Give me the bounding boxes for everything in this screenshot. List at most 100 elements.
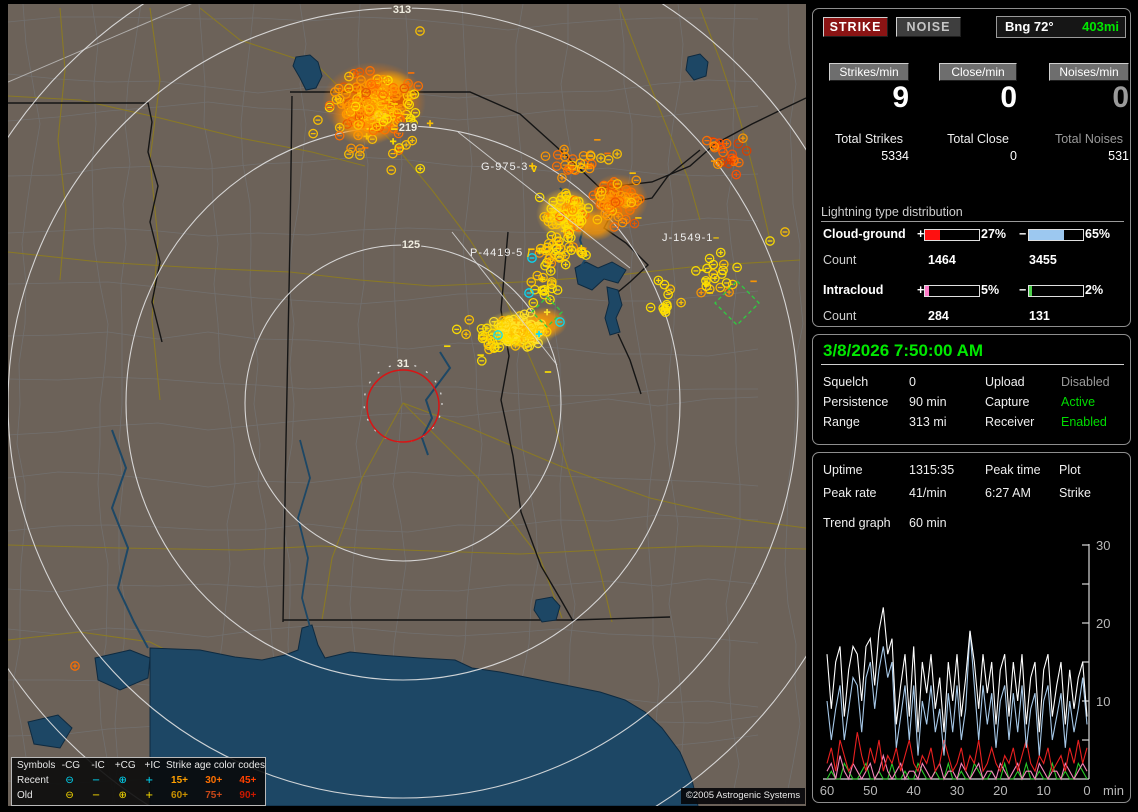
count-label-1: Count bbox=[823, 309, 857, 323]
legend-symbol-icon: ⊕ bbox=[118, 775, 127, 786]
legend-symbol-icon: − bbox=[91, 790, 101, 801]
status-cell-0-0: Squelch bbox=[823, 375, 869, 389]
dist-row-name-1: Intracloud bbox=[823, 283, 884, 297]
noise-mode-button[interactable]: NOISE bbox=[896, 17, 961, 37]
legend-symbol-icon: ⊖ bbox=[65, 775, 74, 786]
rates-panel: STRIKE NOISE Bng 72° 403mi Strikes/min 9 T… bbox=[812, 8, 1131, 327]
status-cell-2-1: 313 mi bbox=[909, 415, 947, 429]
svg-text:min: min bbox=[1103, 783, 1124, 797]
bearing-value: Bng 72° bbox=[1005, 19, 1054, 34]
stat-cell-1-3: Strike bbox=[1059, 486, 1091, 500]
app-window: G-975-3 v P-4419-5 / J-1549-1– 31 125 219 313 Sy… bbox=[0, 0, 1138, 812]
stat-cell-0-2: Peak time bbox=[985, 463, 1041, 477]
svg-text:20: 20 bbox=[1096, 616, 1110, 631]
plus-bar-fill bbox=[925, 286, 930, 296]
legend-header-row: Symbols -CG -IC +CG +IC Strike age color… bbox=[12, 758, 265, 773]
plus-ratio-bar-0 bbox=[924, 229, 980, 241]
total-value-2: 531 bbox=[1108, 149, 1129, 163]
legend-symbols-header: Symbols bbox=[17, 760, 56, 771]
minus-percent-0: 65% bbox=[1085, 227, 1111, 241]
bearing-range-readout: Bng 72° 403mi bbox=[996, 16, 1126, 38]
svg-text:30: 30 bbox=[950, 783, 964, 797]
count-label-0: Count bbox=[823, 253, 857, 267]
minus-ratio-bar-0 bbox=[1028, 229, 1084, 241]
distribution-title: Lightning type distribution bbox=[821, 205, 1124, 222]
map-symbol-legend: Symbols -CG -IC +CG +IC Strike age color… bbox=[11, 757, 266, 806]
svg-text:30: 30 bbox=[1096, 538, 1110, 553]
rate-button-2[interactable]: Noises/min bbox=[1049, 63, 1129, 81]
map-canvas: G-975-3 v P-4419-5 / J-1549-1 – 31 125 219 313 bbox=[8, 4, 806, 806]
legend-age-value: 45+ bbox=[239, 775, 257, 786]
storm-direction-icon: / bbox=[527, 248, 530, 260]
status-cell-1-2: Capture bbox=[985, 395, 1030, 409]
legend-age-value: 75+ bbox=[205, 790, 223, 801]
strike-mode-button[interactable]: STRIKE bbox=[823, 17, 888, 37]
total-label-0: Total Strikes bbox=[834, 132, 904, 146]
status-cell-2-0: Range bbox=[823, 415, 860, 429]
legend-symbol-icon: + bbox=[144, 775, 154, 786]
copyright-label: ©2005 Astrogenic Systems bbox=[681, 788, 805, 804]
distance-value: 403mi bbox=[1082, 19, 1119, 34]
plus-ratio-bar-1 bbox=[924, 285, 980, 297]
trend-panel: Uptime 1315:35 Peak time Plot Peak rate 41/mi… bbox=[812, 452, 1131, 803]
rate-button-1[interactable]: Close/min bbox=[939, 63, 1017, 81]
total-label-2: Total Noises bbox=[1054, 132, 1124, 146]
svg-text:10: 10 bbox=[1036, 783, 1050, 797]
status-cell-0-2: Upload bbox=[985, 375, 1025, 389]
stat-cell-1-0: Peak rate bbox=[823, 486, 877, 500]
legend-row-recent: Recent ⊖ − ⊕ +15+ 30+ 45+ bbox=[12, 773, 265, 788]
status-cell-2-2: Receiver bbox=[985, 415, 1035, 429]
minus-bar-fill bbox=[1029, 286, 1032, 296]
status-cell-1-3: Active bbox=[1061, 395, 1096, 409]
legend-symbol-icon: − bbox=[91, 775, 101, 786]
minus-count-0: 3455 bbox=[1029, 253, 1057, 267]
minus-sign: − bbox=[1019, 227, 1027, 241]
divider bbox=[821, 364, 1124, 365]
datetime-display: 3/8/2026 7:50:00 AM bbox=[823, 341, 984, 360]
svg-text:0: 0 bbox=[1083, 783, 1090, 797]
storm-cell-label: J-1549-1 bbox=[662, 232, 713, 244]
stat-cell-0-3: Plot bbox=[1059, 463, 1081, 477]
svg-text:20: 20 bbox=[993, 783, 1007, 797]
storm-direction-icon: v bbox=[531, 163, 538, 175]
lightning-map[interactable]: G-975-3 v P-4419-5 / J-1549-1– 31 125 219 313 Sy… bbox=[8, 4, 806, 806]
ring-label-313: 313 bbox=[393, 4, 411, 16]
storm-direction-icon: – bbox=[713, 232, 719, 244]
legend-age-header: Strike age color codes bbox=[166, 760, 265, 771]
trend-graph-label: Trend graph bbox=[823, 516, 891, 530]
legend-row-old: Old ⊖ − ⊕ +60+ 75+ 90+ bbox=[12, 788, 265, 803]
minus-sign: − bbox=[1019, 283, 1027, 297]
status-cell-0-3: Disabled bbox=[1061, 375, 1110, 389]
plus-percent-0: 27% bbox=[981, 227, 1007, 241]
legend-age-value: 30+ bbox=[205, 775, 223, 786]
svg-text:10: 10 bbox=[1096, 694, 1110, 709]
dist-row-name-0: Cloud-ground bbox=[823, 227, 906, 241]
status-cell-1-1: 90 min bbox=[909, 395, 947, 409]
total-value-1: 0 bbox=[1010, 149, 1017, 163]
rate-value-1: 0 bbox=[1000, 81, 1017, 114]
svg-text:60: 60 bbox=[820, 783, 834, 797]
ring-label-31: 31 bbox=[397, 358, 409, 370]
legend-age-value: 90+ bbox=[239, 790, 257, 801]
minus-bar-fill bbox=[1029, 230, 1065, 240]
minus-count-1: 131 bbox=[1029, 309, 1050, 323]
stat-cell-1-1: 41/min bbox=[909, 486, 947, 500]
plus-percent-1: 5% bbox=[981, 283, 1000, 297]
rate-button-0[interactable]: Strikes/min bbox=[829, 63, 909, 81]
stat-cell-0-1: 1315:35 bbox=[909, 463, 955, 477]
ring-label-125: 125 bbox=[402, 239, 420, 251]
stat-cell-1-2: 6:27 AM bbox=[985, 486, 1031, 500]
total-label-1: Total Close bbox=[947, 132, 1009, 146]
legend-symbol-icon: ⊕ bbox=[118, 790, 127, 801]
trend-graph: 10 20 30 60 50 40 30 20 10 0 min bbox=[819, 537, 1126, 797]
total-value-0: 5334 bbox=[881, 149, 909, 163]
rate-value-0: 9 bbox=[892, 81, 909, 114]
status-panel: 3/8/2026 7:50:00 AM Squelch 0 Upload Disabl… bbox=[812, 334, 1131, 445]
ring-label-219: 219 bbox=[399, 122, 417, 134]
minus-ratio-bar-1 bbox=[1028, 285, 1084, 297]
plus-count-0: 1464 bbox=[928, 253, 956, 267]
status-cell-1-0: Persistence bbox=[823, 395, 889, 409]
rate-value-2: 0 bbox=[1112, 81, 1129, 114]
svg-text:40: 40 bbox=[906, 783, 920, 797]
plus-count-1: 284 bbox=[928, 309, 949, 323]
